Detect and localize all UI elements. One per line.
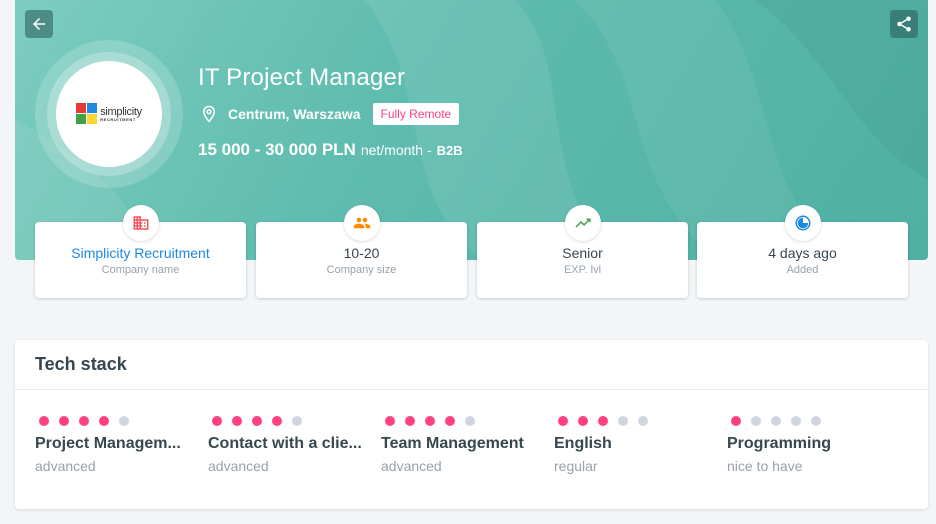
skill-level: regular xyxy=(554,458,598,474)
tech-stack-title: Tech stack xyxy=(35,354,127,374)
share-button[interactable] xyxy=(890,10,918,38)
rating-dot-empty xyxy=(751,416,761,426)
skill-name: Programming xyxy=(727,435,832,452)
simplicity-logo-mark xyxy=(76,103,98,124)
rating-dot-empty xyxy=(618,416,628,426)
company-size-card: 10-20 Company size xyxy=(256,205,467,298)
share-icon xyxy=(897,16,911,32)
rating-dot-filled xyxy=(39,416,49,426)
added-label: Added xyxy=(786,264,819,276)
back-button[interactable] xyxy=(25,10,53,38)
logo-word: simplicity xyxy=(100,105,142,118)
experience-card: Senior EXP. lvl xyxy=(477,205,688,298)
trend-up-icon xyxy=(564,205,601,241)
rating-dot-empty xyxy=(292,416,302,426)
skill-name: English xyxy=(554,435,612,452)
rating-dot-filled xyxy=(212,416,222,426)
rating-dot-filled xyxy=(425,416,435,426)
rating-dot-empty xyxy=(791,416,801,426)
company-name-card: Simplicity Recruitment Company name xyxy=(35,205,246,298)
skill-name: Project Managem... xyxy=(35,435,181,452)
job-title: IT Project Manager xyxy=(198,64,406,91)
skill-item: English regular xyxy=(554,416,714,474)
remote-badge: Fully Remote xyxy=(372,103,460,125)
rating-dot-filled xyxy=(79,416,89,426)
rating-dot-filled xyxy=(232,416,242,426)
added-card: 4 days ago Added xyxy=(697,205,908,298)
skill-level: nice to have xyxy=(727,458,803,474)
rating-dot-filled xyxy=(405,416,415,426)
rating-dot-filled xyxy=(252,416,262,426)
location-row: Centrum, Warszawa Fully Remote xyxy=(200,103,460,125)
tech-stack-card: Tech stack Project Managem... advanced C… xyxy=(15,340,928,509)
rating-dot-filled xyxy=(731,416,741,426)
skill-item: Team Management advanced xyxy=(381,416,541,474)
skill-rating xyxy=(212,416,368,426)
contract-type: B2B xyxy=(436,143,463,158)
rating-dot-empty xyxy=(811,416,821,426)
company-size-value: 10-20 xyxy=(343,245,380,261)
rating-dot-filled xyxy=(598,416,608,426)
clock-icon xyxy=(784,205,821,241)
rating-dot-empty xyxy=(638,416,648,426)
company-logo-ring: simplicity RECRUITMENT xyxy=(35,40,183,188)
arrow-left-icon xyxy=(33,18,45,30)
skill-level: advanced xyxy=(381,458,442,474)
people-icon xyxy=(343,205,380,241)
company-name-link[interactable]: Simplicity Recruitment xyxy=(35,245,246,261)
location-pin-icon xyxy=(202,105,216,123)
skill-level: advanced xyxy=(35,458,96,474)
rating-dot-filled xyxy=(99,416,109,426)
rating-dot-filled xyxy=(272,416,282,426)
skill-item: Programming nice to have xyxy=(727,416,887,474)
skill-item: Project Managem... advanced xyxy=(35,416,195,474)
skill-name: Contact with a clie... xyxy=(208,435,362,452)
location-text[interactable]: Centrum, Warszawa xyxy=(228,106,361,122)
rating-dot-filled xyxy=(445,416,455,426)
rating-dot-empty xyxy=(465,416,475,426)
rating-dot-filled xyxy=(558,416,568,426)
skill-rating xyxy=(731,416,887,426)
salary-unit: net/month - xyxy=(360,142,432,158)
experience-value: Senior xyxy=(562,245,603,261)
building-icon xyxy=(122,205,159,241)
company-size-label: Company size xyxy=(326,264,397,276)
skill-rating xyxy=(558,416,714,426)
rating-dot-filled xyxy=(385,416,395,426)
skill-rating xyxy=(385,416,541,426)
rating-dot-empty xyxy=(119,416,129,426)
experience-label: EXP. lvl xyxy=(563,264,602,276)
rating-dot-filled xyxy=(59,416,69,426)
rating-dot-empty xyxy=(771,416,781,426)
rating-dot-filled xyxy=(578,416,588,426)
salary-row: 15 000 - 30 000 PLN net/month - B2B xyxy=(198,140,463,160)
company-name-label: Company name xyxy=(101,264,180,276)
tech-stack-header: Tech stack xyxy=(15,340,928,390)
skill-level: advanced xyxy=(208,458,269,474)
added-value: 4 days ago xyxy=(768,245,837,261)
company-logo[interactable]: simplicity RECRUITMENT xyxy=(56,61,162,167)
skill-item: Contact with a clie... advanced xyxy=(208,416,368,474)
logo-sub: RECRUITMENT xyxy=(100,116,136,122)
salary-range: 15 000 - 30 000 PLN xyxy=(198,140,356,159)
skill-name: Team Management xyxy=(381,435,524,452)
skill-rating xyxy=(39,416,195,426)
